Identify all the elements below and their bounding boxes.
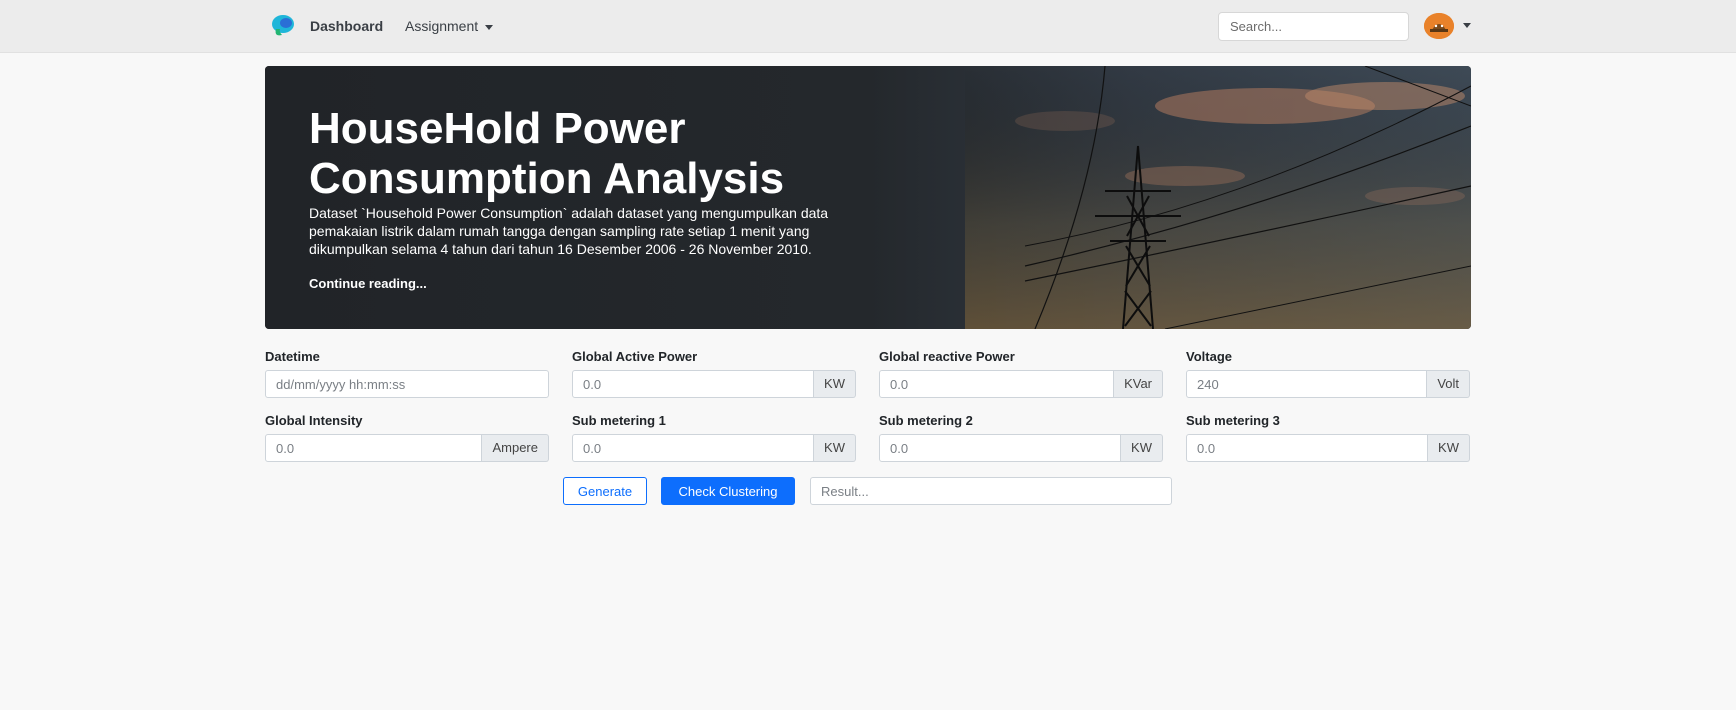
global-intensity-input[interactable] (265, 434, 483, 462)
search-input[interactable] (1218, 12, 1409, 41)
continue-reading-link[interactable]: Continue reading... (309, 276, 427, 291)
sub-metering-2-field: Sub metering 2 KW (879, 413, 1163, 462)
nav-assignment-label: Assignment (405, 18, 479, 34)
sub-metering-2-input[interactable] (879, 434, 1122, 462)
sub-metering-2-unit: KW (1121, 434, 1163, 462)
sub-metering-3-field: Sub metering 3 KW (1186, 413, 1470, 462)
hero-title: HouseHold Power Consumption Analysis (309, 104, 929, 204)
datetime-group (265, 370, 549, 398)
voltage-group: Volt (1186, 370, 1470, 398)
result-field[interactable] (810, 477, 1172, 505)
global-reactive-power-group: KVar (879, 370, 1163, 398)
avatar-chevron-down-icon[interactable] (1463, 23, 1471, 28)
chevron-down-icon (485, 24, 494, 30)
sub-metering-2-label: Sub metering 2 (879, 413, 973, 428)
voltage-label: Voltage (1186, 349, 1232, 364)
global-reactive-power-input[interactable] (879, 370, 1115, 398)
hero-title-line-1: HouseHold Power (309, 104, 686, 153)
sub-metering-3-group: KW (1186, 434, 1470, 462)
generate-button[interactable]: Generate (563, 477, 647, 505)
datetime-label: Datetime (265, 349, 320, 364)
voltage-input[interactable] (1186, 370, 1428, 398)
sub-metering-3-input[interactable] (1186, 434, 1429, 462)
sub-metering-2-group: KW (879, 434, 1163, 462)
global-intensity-unit: Ampere (482, 434, 549, 462)
avatar-icon[interactable] (1424, 13, 1454, 39)
nav-dashboard-link[interactable]: Dashboard (310, 18, 383, 34)
sub-metering-1-field: Sub metering 1 KW (572, 413, 856, 462)
global-reactive-power-label: Global reactive Power (879, 349, 1015, 364)
global-intensity-group: Ampere (265, 434, 549, 462)
global-active-power-unit: KW (814, 370, 856, 398)
datetime-field: Datetime (265, 349, 549, 398)
hero-title-line-2: Consumption Analysis (309, 154, 785, 203)
sub-metering-1-input[interactable] (572, 434, 815, 462)
global-intensity-label: Global Intensity (265, 413, 363, 428)
voltage-unit: Volt (1427, 370, 1470, 398)
global-active-power-label: Global Active Power (572, 349, 698, 364)
nav-assignment-dropdown[interactable]: Assignment (405, 18, 494, 34)
global-active-power-input[interactable] (572, 370, 815, 398)
top-navbar: Dashboard Assignment (0, 0, 1736, 53)
hero-description: Dataset `Household Power Consumption` ad… (309, 205, 829, 257)
global-active-power-field: Global Active Power KW (572, 349, 856, 398)
brand-logo-icon[interactable] (270, 13, 296, 39)
datetime-input[interactable] (265, 370, 549, 398)
sub-metering-1-group: KW (572, 434, 856, 462)
global-reactive-power-unit: KVar (1114, 370, 1163, 398)
hero-banner: HouseHold Power Consumption Analysis Dat… (265, 66, 1471, 329)
sub-metering-1-label: Sub metering 1 (572, 413, 666, 428)
sub-metering-1-unit: KW (814, 434, 856, 462)
global-intensity-field: Global Intensity Ampere (265, 413, 549, 462)
sub-metering-3-label: Sub metering 3 (1186, 413, 1280, 428)
check-clustering-button[interactable]: Check Clustering (661, 477, 795, 505)
sub-metering-3-unit: KW (1428, 434, 1470, 462)
global-active-power-group: KW (572, 370, 856, 398)
voltage-field: Voltage Volt (1186, 349, 1470, 398)
global-reactive-power-field: Global reactive Power KVar (879, 349, 1163, 398)
